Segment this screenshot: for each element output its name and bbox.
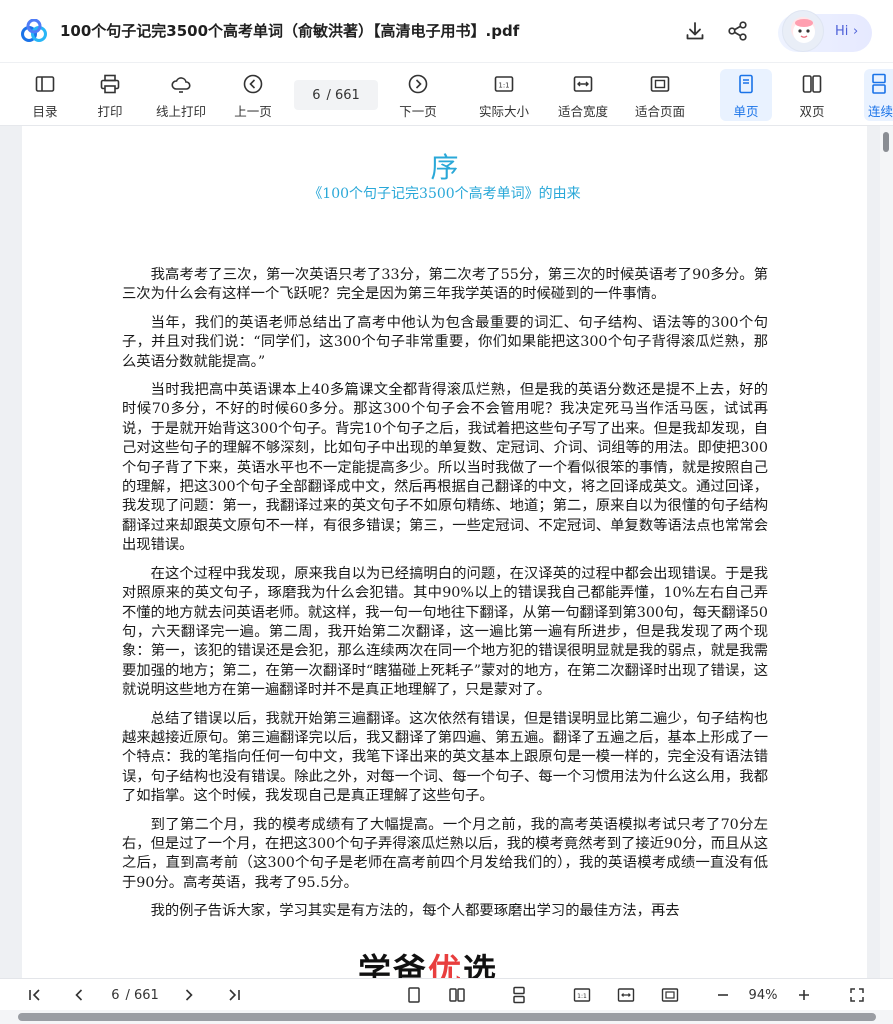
- printer-icon: [100, 74, 120, 94]
- bottom-continuous-button[interactable]: [508, 984, 530, 1006]
- share-icon[interactable]: [727, 20, 749, 42]
- bottom-current-page: 6: [111, 987, 120, 1003]
- single-page-button[interactable]: 单页: [720, 69, 772, 121]
- last-page-icon: [229, 989, 240, 1001]
- actual-size-icon: 1:1: [573, 988, 591, 1002]
- assistant-button[interactable]: Hi ›: [778, 10, 872, 52]
- preface-heading: 序: [430, 151, 459, 184]
- paragraph: 在这个过程中我发现，原来我自以为已经搞明白的问题，在汉译英的过程中都会出现错误。…: [122, 565, 768, 699]
- bottom-prev-page-button[interactable]: [68, 984, 90, 1006]
- app-logo-icon: [21, 19, 47, 42]
- next-page-icon: [408, 74, 428, 94]
- prev-page-label: 上一页: [234, 104, 272, 119]
- zoom-level[interactable]: 94%: [740, 984, 786, 1006]
- preface-subheading: 《100个句子记完3500个高考单词》的由来: [308, 186, 581, 202]
- fit-page-icon: [661, 988, 679, 1002]
- paragraph: 当年，我们的英语老师总结出了高考中他认为包含最重要的词汇、句子结构、语法等的30…: [122, 314, 768, 370]
- continuous-label: 连续: [868, 104, 893, 119]
- document-title: 100个句子记完3500个高考单词（俞敏洪著）【高清电子用书】.pdf: [60, 22, 520, 40]
- single-page-icon: [408, 987, 420, 1003]
- prev-page-button[interactable]: 上一页: [231, 69, 275, 121]
- bottom-bar: 6 / 661 1:1 94%: [0, 978, 893, 1010]
- fit-page-button[interactable]: 适合页面: [630, 69, 690, 121]
- current-page-value: 6: [312, 87, 321, 103]
- horizontal-scrollbar[interactable]: [0, 1010, 893, 1024]
- paragraph: 到了第二个月，我的模考成绩有了大幅提高。一个月之前，我的高考英语模拟考试只考了7…: [122, 816, 768, 891]
- fit-width-icon: [617, 988, 635, 1002]
- print-label: 打印: [97, 104, 123, 119]
- assistant-avatar: [782, 10, 824, 52]
- title-bar: 100个句子记完3500个高考单词（俞敏洪著）【高清电子用书】.pdf Hi ›: [0, 0, 893, 62]
- online-print-label: 线上打印: [155, 104, 206, 119]
- total-pages-value: / 661: [326, 87, 360, 103]
- vertical-scrollbar[interactable]: [880, 126, 893, 978]
- prev-page-icon: [243, 74, 263, 94]
- paragraph: 当时我把高中英语课本上40多篇课文全都背得滚瓜烂熟，但是我的英语分数还是提不上去…: [122, 382, 768, 554]
- double-page-label: 双页: [799, 104, 825, 119]
- double-page-button[interactable]: 双页: [793, 69, 831, 121]
- fit-width-button[interactable]: 适合宽度: [553, 69, 613, 121]
- zoom-in-button[interactable]: [793, 984, 815, 1006]
- next-page-label: 下一页: [399, 104, 437, 119]
- horizontal-scroll-thumb[interactable]: [18, 1013, 876, 1021]
- double-page-icon: [802, 75, 822, 93]
- toc-button[interactable]: 目录: [26, 69, 64, 121]
- fit-page-label: 适合页面: [634, 104, 685, 119]
- continuous-icon: [513, 986, 525, 1004]
- last-page-button[interactable]: [223, 984, 245, 1006]
- fit-width-label: 适合宽度: [557, 104, 608, 119]
- bottom-fit-page-button[interactable]: [659, 984, 681, 1006]
- actual-size-icon: 1:1: [494, 76, 514, 92]
- double-page-icon: [449, 988, 465, 1002]
- cloud-print-icon: [171, 77, 191, 93]
- toolbar: 目录 打印 线上打印 上一页 下一页 1:1 实际大小 适合宽度 适合页面 单页…: [0, 62, 893, 126]
- next-page-button[interactable]: 下一页: [396, 69, 440, 121]
- first-page-button[interactable]: [24, 984, 46, 1006]
- svg-text:1:1: 1:1: [577, 993, 587, 1000]
- chevron-left-icon: [75, 989, 83, 1001]
- plus-icon: [799, 990, 809, 1000]
- actual-size-label: 实际大小: [478, 104, 529, 119]
- download-icon[interactable]: [684, 20, 706, 42]
- continuous-icon: [872, 73, 886, 94]
- fit-page-icon: [650, 76, 670, 92]
- fullscreen-button[interactable]: [846, 984, 868, 1006]
- online-print-button[interactable]: 线上打印: [150, 69, 212, 121]
- page-number-input[interactable]: 6 / 661: [294, 80, 378, 110]
- minus-icon: [718, 994, 728, 996]
- assistant-label: Hi: [835, 24, 849, 39]
- fullscreen-icon: [850, 988, 864, 1002]
- chevron-right-icon: ›: [853, 24, 859, 39]
- fit-width-icon: [573, 76, 593, 92]
- paragraph: 我高考考了三次，第一次英语只考了33分，第二次考了55分，第三次的时候英语考了9…: [122, 267, 768, 303]
- bottom-total-pages: / 661: [125, 987, 159, 1003]
- bottom-next-page-button[interactable]: [178, 984, 200, 1006]
- bottom-double-page-button[interactable]: [446, 984, 468, 1006]
- bottom-page-indicator[interactable]: 6 / 661: [100, 984, 170, 1006]
- single-page-label: 单页: [733, 104, 759, 119]
- vertical-scroll-thumb[interactable]: [883, 132, 889, 152]
- bottom-fit-width-button[interactable]: [615, 984, 637, 1006]
- paragraph: 我的例子告诉大家，学习其实是有方法的，每个人都要琢磨出学习的最佳方法，再去: [150, 903, 680, 920]
- paragraph: 总结了错误以后，我就开始第三遍翻译。这次依然有错误，但是错误明显比第二遍少，句子…: [122, 710, 768, 805]
- single-page-icon: [739, 74, 753, 94]
- bottom-single-page-button[interactable]: [403, 984, 425, 1006]
- print-button[interactable]: 打印: [91, 69, 129, 121]
- bottom-actual-size-button[interactable]: 1:1: [571, 984, 593, 1006]
- page-body: 我高考考了三次，第一次英语只考了33分，第二次考了55分，第三次的时候英语考了9…: [122, 266, 768, 931]
- toc-icon: [35, 76, 55, 92]
- actual-size-button[interactable]: 1:1 实际大小: [474, 69, 534, 121]
- svg-text:1:1: 1:1: [498, 82, 509, 90]
- chevron-right-icon: [185, 989, 193, 1001]
- zoom-out-button[interactable]: [712, 984, 734, 1006]
- pdf-page: 序 《100个句子记完3500个高考单词》的由来 我高考考了三次，第一次英语只考…: [22, 126, 867, 978]
- first-page-icon: [29, 989, 40, 1001]
- continuous-button[interactable]: 连续: [864, 69, 893, 121]
- toc-label: 目录: [32, 104, 58, 119]
